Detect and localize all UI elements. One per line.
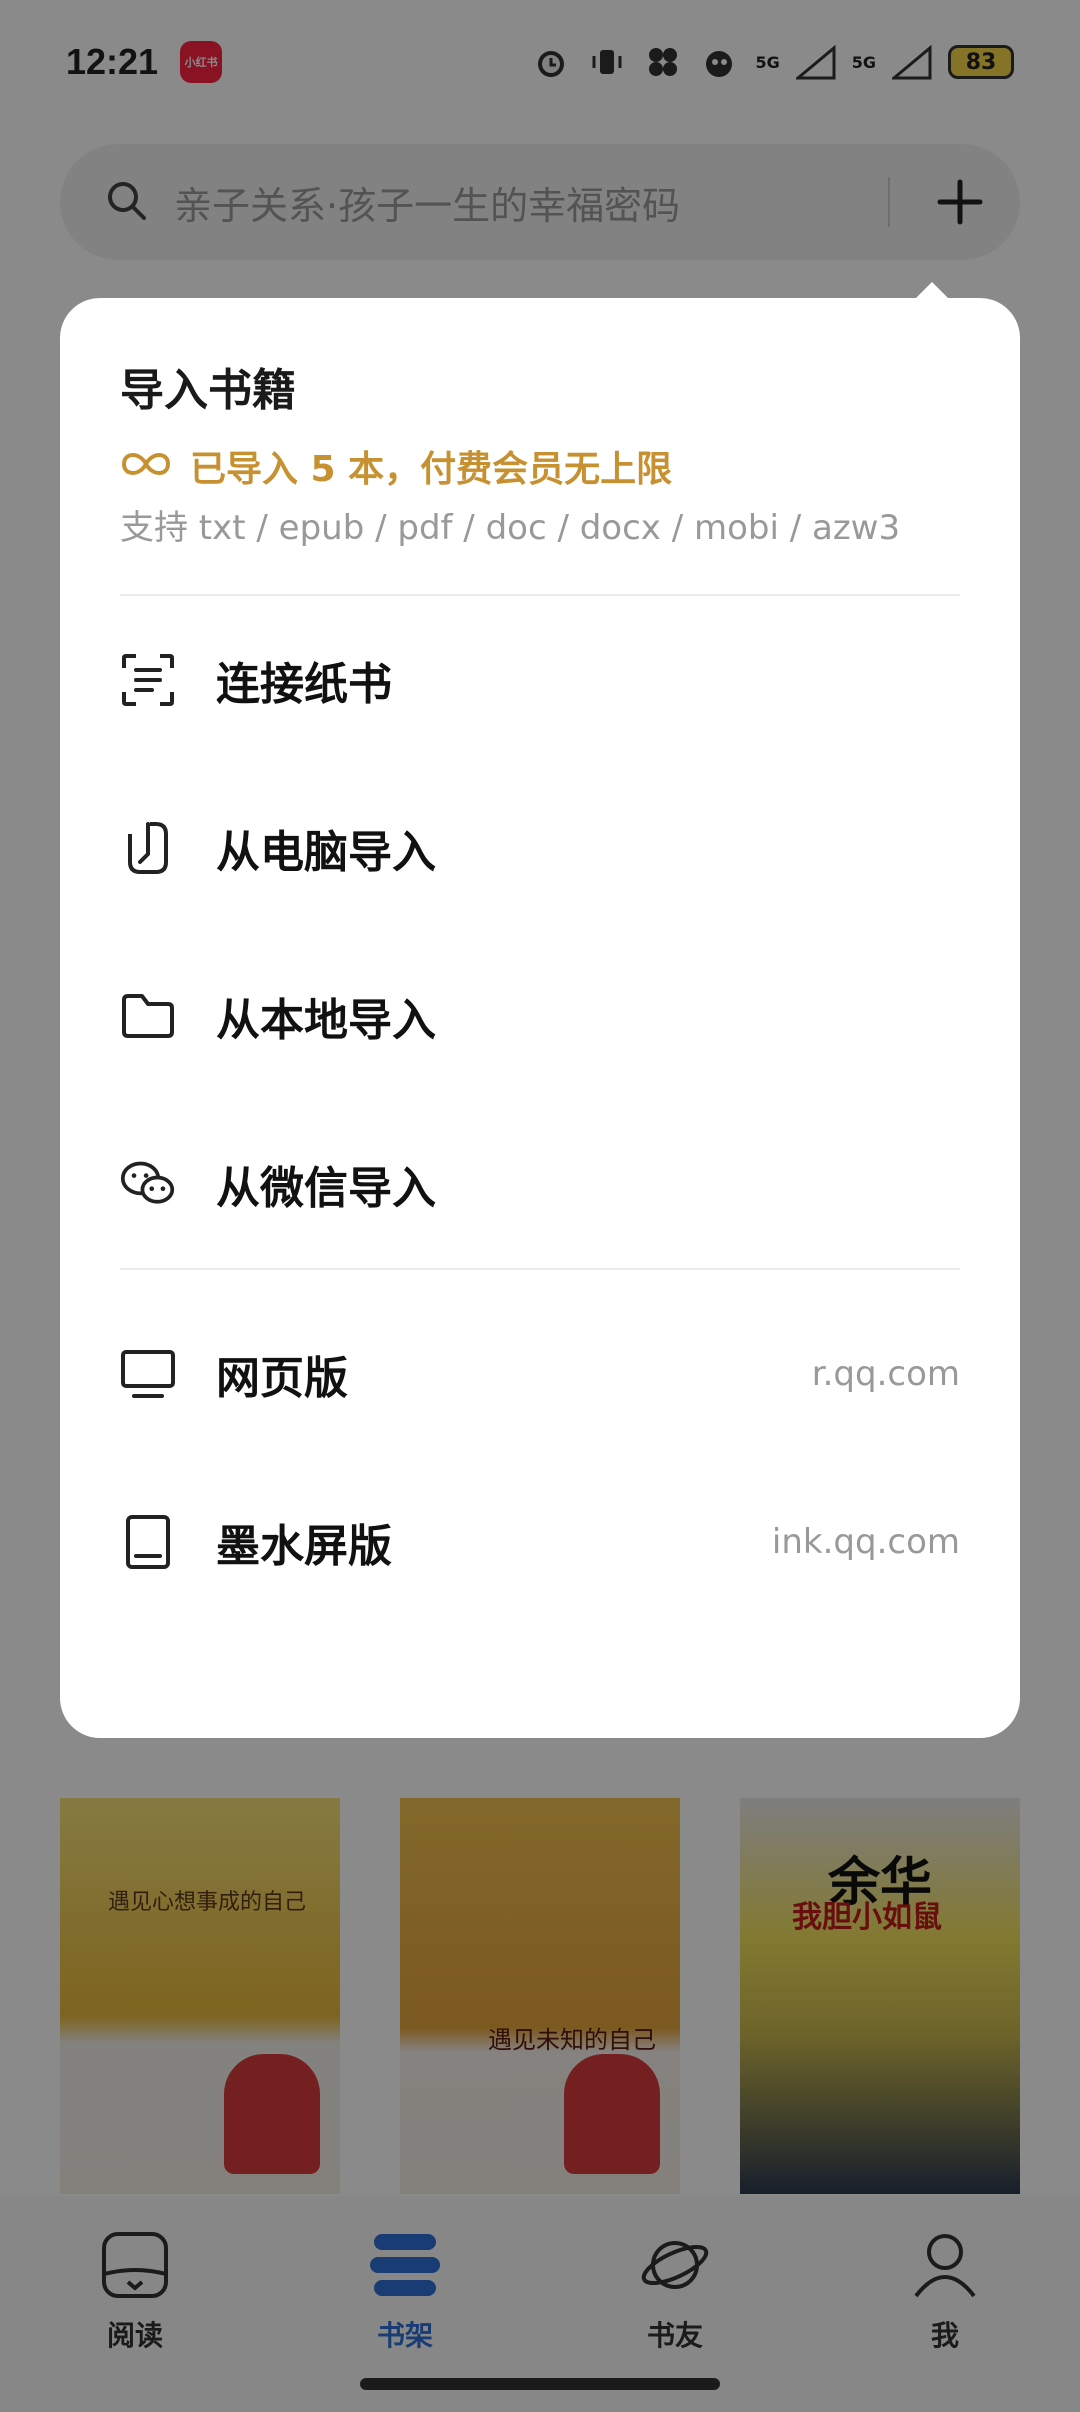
menu-item-import-from-local[interactable]: 从本地导入 [120, 932, 960, 1100]
scan-icon [120, 652, 176, 708]
menu-item-label: 网页版 [216, 1353, 348, 1404]
menu-item-import-from-wechat[interactable]: 从微信导入 [120, 1100, 960, 1268]
menu-item-connect-paper-book[interactable]: 连接纸书 [120, 596, 960, 764]
quota-row: 已导入 5 本，付费会员无上限 [120, 438, 960, 494]
menu-item-label: 从电脑导入 [216, 827, 436, 878]
ereader-icon [120, 1514, 176, 1570]
menu-item-label: 从本地导入 [216, 995, 436, 1046]
import-options: 连接纸书 从电脑导入 从本地导入 从微信导入 [120, 596, 960, 1268]
menu-item-label: 连接纸书 [216, 659, 392, 710]
infinity-icon [120, 449, 172, 483]
menu-item-web-version[interactable]: 网页版 r.qq.com [120, 1290, 960, 1458]
import-quota-text: 已导入 5 本，付费会员无上限 [190, 449, 673, 490]
monitor-icon [120, 1346, 176, 1402]
menu-item-label: 墨水屏版 [216, 1521, 392, 1572]
popup-title: 导入书籍 [120, 365, 296, 416]
menu-item-url[interactable]: ink.qq.com [772, 1522, 960, 1562]
menu-item-label: 从微信导入 [216, 1163, 436, 1214]
platform-options: 网页版 r.qq.com 墨水屏版 ink.qq.com [120, 1290, 960, 1626]
menu-item-eink-version[interactable]: 墨水屏版 ink.qq.com [120, 1458, 960, 1626]
menu-item-url[interactable]: r.qq.com [812, 1354, 960, 1394]
supported-formats: 支持 txt / epub / pdf / doc / docx / mobi … [120, 508, 901, 548]
divider [120, 1268, 960, 1270]
phone-import-icon [120, 820, 176, 876]
folder-icon [120, 988, 176, 1044]
import-books-popup: 导入书籍 已导入 5 本，付费会员无上限 支持 txt / epub / pdf… [60, 298, 1020, 1738]
wechat-icon [120, 1156, 176, 1212]
menu-item-import-from-computer[interactable]: 从电脑导入 [120, 764, 960, 932]
